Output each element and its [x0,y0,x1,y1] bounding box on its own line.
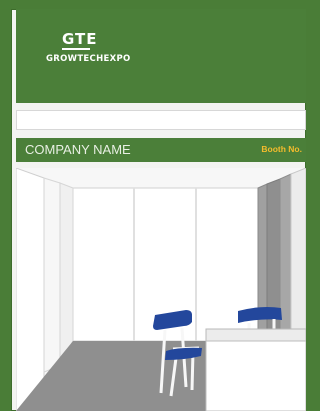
booth-number-label: Booth No. [261,144,302,154]
white-strip [16,110,306,130]
booth-svg [16,168,306,411]
booth-illustration [16,168,306,411]
logo-main: GTE [62,30,98,48]
booth-wall-left [16,168,45,411]
logo-sub: GROWTECHEXPO [46,54,131,64]
fascia-board: COMPANY NAME Booth No. [16,138,306,162]
company-name: COMPANY NAME [25,142,131,157]
header-banner: GTE GROWTECHEXPO [16,9,306,103]
counter [205,328,306,411]
logo-line [62,48,90,50]
